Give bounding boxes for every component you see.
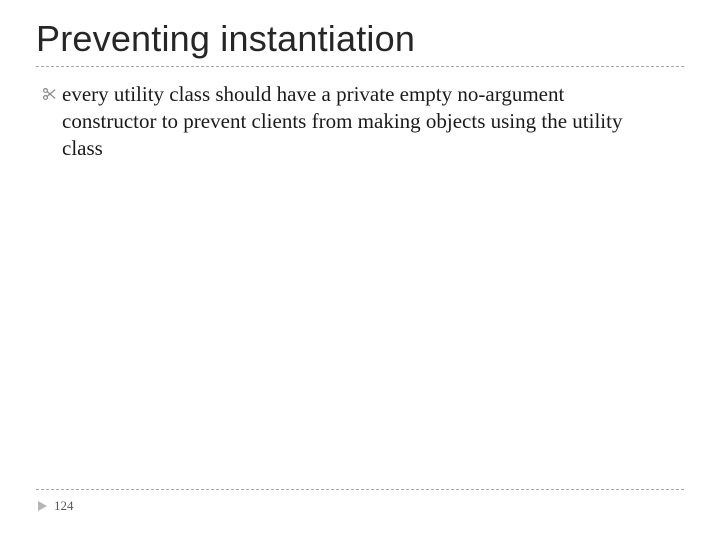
bullet-text: every utility class should have a privat… bbox=[62, 81, 662, 162]
footer: 124 bbox=[36, 489, 684, 514]
footer-row: 124 bbox=[36, 498, 684, 514]
title-divider bbox=[36, 66, 684, 67]
footer-divider bbox=[36, 489, 684, 490]
bullet-column bbox=[36, 81, 62, 101]
slide: Preventing instantiation every utility c… bbox=[0, 0, 720, 540]
body-row: every utility class should have a privat… bbox=[36, 81, 684, 162]
slide-title: Preventing instantiation bbox=[36, 18, 684, 60]
play-icon bbox=[36, 500, 48, 512]
page-number: 124 bbox=[54, 498, 74, 514]
scissors-icon bbox=[42, 87, 56, 101]
